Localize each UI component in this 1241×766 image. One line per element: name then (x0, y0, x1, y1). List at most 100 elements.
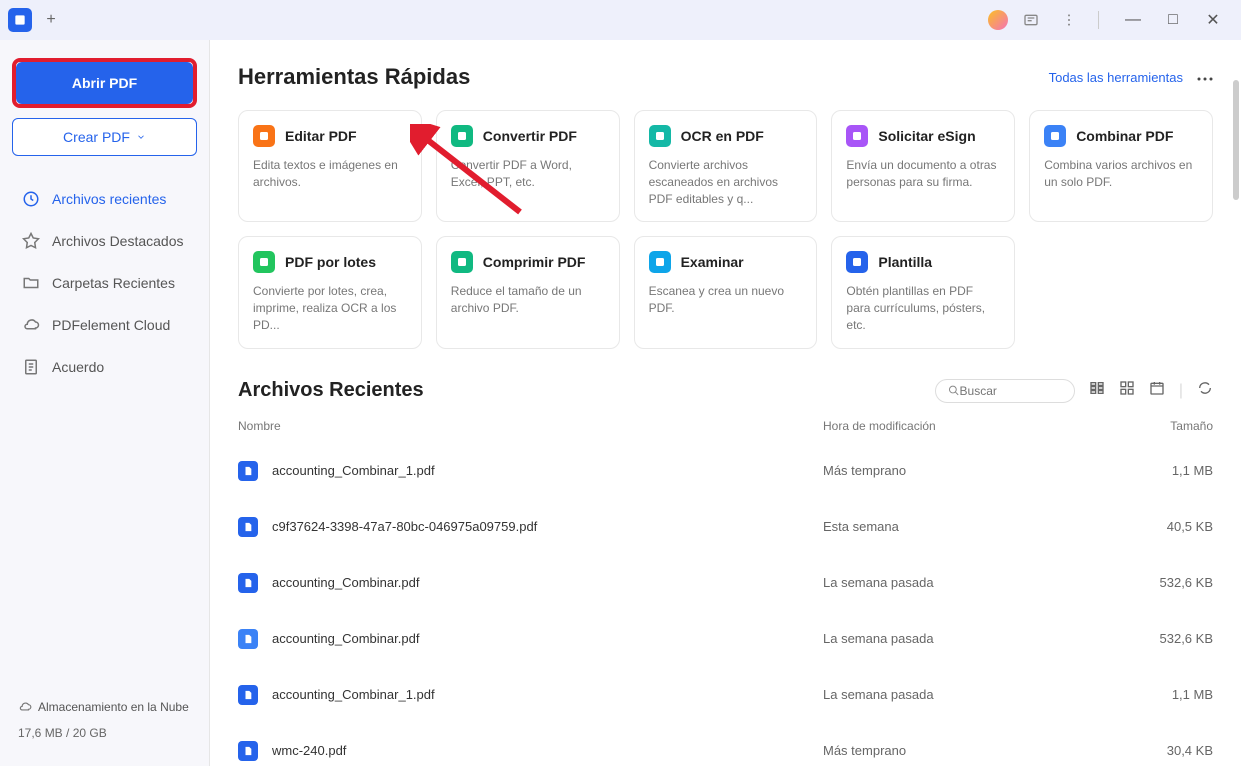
file-date: La semana pasada (823, 575, 1123, 590)
nav-label: Carpetas Recientes (52, 275, 175, 291)
nav-cloud[interactable]: PDFelement Cloud (12, 304, 197, 346)
tool-card[interactable]: Plantilla Obtén plantillas en PDF para c… (831, 236, 1015, 348)
user-avatar[interactable] (988, 10, 1008, 30)
file-date: Más temprano (823, 743, 1123, 758)
more-dots-icon[interactable] (1197, 68, 1213, 86)
tool-card[interactable]: Editar PDF Edita textos e imágenes en ar… (238, 110, 422, 222)
tool-desc: Combina varios archivos en un solo PDF. (1044, 157, 1198, 191)
tool-icon (451, 125, 473, 147)
list-view-icon[interactable] (1089, 380, 1105, 401)
minimize-button[interactable]: — (1113, 5, 1153, 35)
tools-title: Herramientas Rápidas (238, 64, 470, 90)
tool-title: Convertir PDF (483, 128, 577, 144)
sidebar: Abrir PDF Crear PDF Archivos recientes A… (0, 40, 210, 766)
tool-title: Comprimir PDF (483, 254, 586, 270)
main-layout: Abrir PDF Crear PDF Archivos recientes A… (0, 40, 1241, 766)
pdf-file-icon (238, 685, 258, 705)
files-list: accounting_Combinar_1.pdf Más temprano 1… (238, 443, 1213, 766)
nav-recent-folders[interactable]: Carpetas Recientes (12, 262, 197, 304)
nav-label: Archivos Destacados (52, 233, 184, 249)
file-name: accounting_Combinar_1.pdf (272, 687, 823, 702)
tool-card[interactable]: Comprimir PDF Reduce el tamaño de un arc… (436, 236, 620, 348)
app-logo-icon (8, 8, 32, 32)
tool-desc: Obtén plantillas en PDF para currículums… (846, 283, 1000, 333)
tool-card[interactable]: OCR en PDF Convierte archivos escaneados… (634, 110, 818, 222)
tool-icon (649, 251, 671, 273)
nav-recent-files[interactable]: Archivos recientes (12, 178, 197, 220)
tool-title: Examinar (681, 254, 744, 270)
cloud-icon (22, 316, 40, 334)
tool-head: OCR en PDF (649, 125, 803, 147)
file-row[interactable]: accounting_Combinar.pdf La semana pasada… (238, 555, 1213, 611)
tool-title: Combinar PDF (1076, 128, 1173, 144)
nav-label: PDFelement Cloud (52, 317, 170, 333)
notification-icon[interactable] (1016, 5, 1046, 35)
tool-desc: Convierte archivos escaneados en archivo… (649, 157, 803, 207)
folder-icon (22, 274, 40, 292)
tool-head: PDF por lotes (253, 251, 407, 273)
tool-card[interactable]: PDF por lotes Convierte por lotes, crea,… (238, 236, 422, 348)
new-tab-button[interactable]: + (36, 5, 66, 35)
search-input[interactable] (960, 384, 1062, 398)
open-pdf-button[interactable]: Abrir PDF (16, 62, 193, 104)
tool-card[interactable]: Convertir PDF Convertir PDF a Word, Exce… (436, 110, 620, 222)
chevron-down-icon (136, 132, 146, 142)
doc-icon (22, 358, 40, 376)
file-row[interactable]: accounting_Combinar.pdf La semana pasada… (238, 611, 1213, 667)
open-pdf-highlight: Abrir PDF (12, 58, 197, 108)
close-button[interactable]: ✕ (1193, 5, 1233, 35)
tool-card[interactable]: Solicitar eSign Envía un documento a otr… (831, 110, 1015, 222)
tool-head: Plantilla (846, 251, 1000, 273)
tool-desc: Escanea y crea un nuevo PDF. (649, 283, 803, 317)
maximize-button[interactable]: □ (1153, 5, 1193, 35)
tool-card[interactable]: Examinar Escanea y crea un nuevo PDF. (634, 236, 818, 348)
tool-icon (649, 125, 671, 147)
file-size: 1,1 MB (1123, 463, 1213, 478)
pdf-file-icon (238, 573, 258, 593)
create-pdf-button[interactable]: Crear PDF (12, 118, 197, 156)
tool-card[interactable]: Combinar PDF Combina varios archivos en … (1029, 110, 1213, 222)
tool-icon (846, 125, 868, 147)
tool-head: Solicitar eSign (846, 125, 1000, 147)
tool-title: Solicitar eSign (878, 128, 975, 144)
file-size: 1,1 MB (1123, 687, 1213, 702)
tool-icon (451, 251, 473, 273)
file-date: La semana pasada (823, 631, 1123, 646)
menu-dots-icon[interactable] (1054, 5, 1084, 35)
tool-head: Examinar (649, 251, 803, 273)
pdf-file-icon (238, 461, 258, 481)
file-row[interactable]: accounting_Combinar_1.pdf La semana pasa… (238, 667, 1213, 723)
calendar-view-icon[interactable] (1149, 380, 1165, 401)
tools-header: Herramientas Rápidas Todas las herramien… (238, 64, 1213, 90)
tool-icon (846, 251, 868, 273)
tool-desc: Convierte por lotes, crea, imprime, real… (253, 283, 407, 333)
grid-view-icon[interactable] (1119, 380, 1135, 401)
titlebar: + — □ ✕ (0, 0, 1241, 40)
tool-head: Editar PDF (253, 125, 407, 147)
nav-starred[interactable]: Archivos Destacados (12, 220, 197, 262)
search-icon (948, 384, 960, 397)
nav-label: Archivos recientes (52, 191, 166, 207)
titlebar-left: + (8, 5, 66, 35)
scrollbar[interactable] (1233, 80, 1239, 200)
file-row[interactable]: c9f37624-3398-47a7-80bc-046975a09759.pdf… (238, 499, 1213, 555)
file-date: Más temprano (823, 463, 1123, 478)
col-date: Hora de modificación (823, 419, 1123, 433)
divider: | (1179, 382, 1183, 400)
search-box[interactable] (935, 379, 1075, 403)
storage-label-text: Almacenamiento en la Nube (38, 700, 189, 714)
tool-head: Convertir PDF (451, 125, 605, 147)
star-icon (22, 232, 40, 250)
file-row[interactable]: wmc-240.pdf Más temprano 30,4 KB (238, 723, 1213, 766)
nav-agreement[interactable]: Acuerdo (12, 346, 197, 388)
all-tools-link[interactable]: Todas las herramientas (1049, 70, 1183, 85)
tool-desc: Envía un documento a otras personas para… (846, 157, 1000, 191)
tool-icon (1044, 125, 1066, 147)
file-size: 532,6 KB (1123, 575, 1213, 590)
tools-actions: Todas las herramientas (1049, 68, 1213, 86)
tool-title: PDF por lotes (285, 254, 376, 270)
file-row[interactable]: accounting_Combinar_1.pdf Más temprano 1… (238, 443, 1213, 499)
refresh-icon[interactable] (1197, 380, 1213, 401)
file-name: accounting_Combinar_1.pdf (272, 463, 823, 478)
content-area: Herramientas Rápidas Todas las herramien… (210, 40, 1241, 766)
